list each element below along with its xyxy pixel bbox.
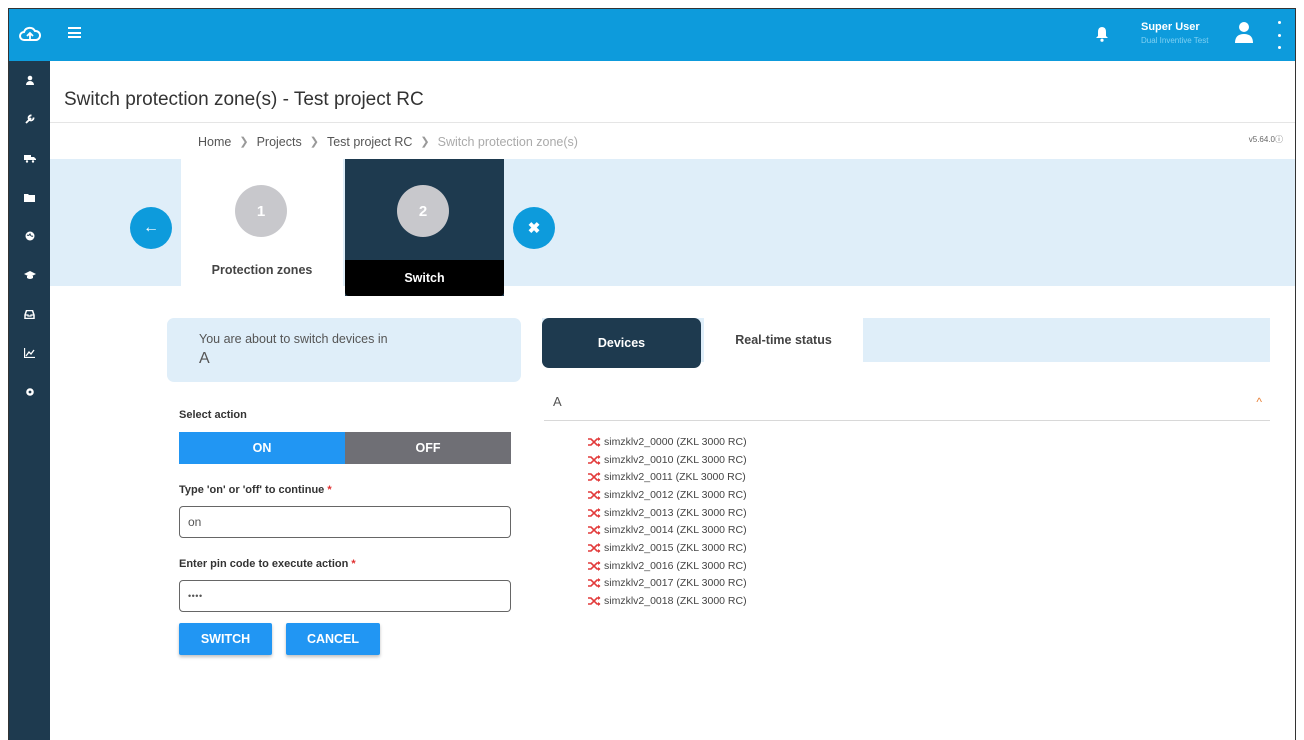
breadcrumb-current: Switch protection zone(s) xyxy=(437,134,578,149)
device-list: simzklv2_0000 (ZKL 3000 RC) simzklv2_001… xyxy=(588,433,747,610)
sidebar xyxy=(9,9,50,740)
list-item[interactable]: simzklv2_0014 (ZKL 3000 RC) xyxy=(588,521,747,539)
page-title: Switch protection zone(s) - Test project… xyxy=(64,89,424,110)
shuffle-icon xyxy=(588,542,601,553)
shuffle-icon xyxy=(588,560,601,571)
more-options-icon[interactable] xyxy=(1276,21,1282,49)
step-protection-zones[interactable]: 1 Protection zones xyxy=(181,159,343,286)
shuffle-icon xyxy=(588,436,601,447)
list-item[interactable]: simzklv2_0012 (ZKL 3000 RC) xyxy=(588,486,747,504)
list-item[interactable]: simzklv2_0011 (ZKL 3000 RC) xyxy=(588,468,747,486)
device-name: simzklv2_0010 (ZKL 3000 RC) xyxy=(604,453,747,466)
inbox-icon[interactable] xyxy=(9,303,50,325)
shuffle-icon xyxy=(588,596,601,607)
device-name: simzklv2_0013 (ZKL 3000 RC) xyxy=(604,506,747,519)
chevron-right-icon: ❯ xyxy=(309,136,319,148)
list-item[interactable]: simzklv2_0016 (ZKL 3000 RC) xyxy=(588,557,747,575)
hamburger-menu-icon[interactable] xyxy=(68,27,81,38)
on-button[interactable]: ON xyxy=(179,432,345,464)
chevron-right-icon: ❯ xyxy=(420,136,430,148)
off-button[interactable]: OFF xyxy=(345,432,511,464)
version-text: v5.64.0 xyxy=(1248,135,1275,144)
wrench-icon[interactable] xyxy=(9,108,50,130)
device-name: simzklv2_0015 (ZKL 3000 RC) xyxy=(604,541,747,554)
version-label: v5.64.0ⓘ xyxy=(1249,134,1283,145)
back-arrow-icon[interactable]: ← xyxy=(130,207,172,249)
gear-icon[interactable] xyxy=(9,381,50,403)
shuffle-icon xyxy=(588,489,601,500)
list-item[interactable]: simzklv2_0018 (ZKL 3000 RC) xyxy=(588,592,747,610)
pin-input[interactable]: •••• xyxy=(179,580,511,612)
device-name: simzklv2_0000 (ZKL 3000 RC) xyxy=(604,435,747,448)
zone-name: A xyxy=(199,350,210,367)
chevron-up-icon[interactable]: ^ xyxy=(1256,395,1262,409)
zone-group-header[interactable]: A ^ xyxy=(544,389,1270,421)
close-icon[interactable]: ✖ xyxy=(513,207,555,249)
switch-button[interactable]: SWITCH xyxy=(179,623,272,655)
list-item[interactable]: simzklv2_0017 (ZKL 3000 RC) xyxy=(588,575,747,593)
user-avatar-icon[interactable] xyxy=(1234,21,1256,45)
device-name: simzklv2_0016 (ZKL 3000 RC) xyxy=(604,559,747,572)
info-text: You are about to switch devices in xyxy=(199,332,388,346)
list-item[interactable]: simzklv2_0015 (ZKL 3000 RC) xyxy=(588,539,747,557)
folder-icon[interactable] xyxy=(9,186,50,208)
shuffle-icon xyxy=(588,578,601,589)
device-name: simzklv2_0017 (ZKL 3000 RC) xyxy=(604,577,747,590)
confirm-label: Type 'on' or 'off' to continue * xyxy=(179,484,332,496)
pin-label-text: Enter pin code to execute action xyxy=(179,558,349,570)
device-name: simzklv2_0012 (ZKL 3000 RC) xyxy=(604,488,747,501)
confirm-label-text: Type 'on' or 'off' to continue xyxy=(179,484,325,496)
info-icon: ⓘ xyxy=(1275,135,1283,144)
device-name: simzklv2_0011 (ZKL 3000 RC) xyxy=(604,471,746,484)
truck-icon[interactable] xyxy=(9,147,50,169)
shuffle-icon xyxy=(588,507,601,518)
select-action-label: Select action xyxy=(179,409,247,421)
breadcrumb: Home ❯ Projects ❯ Test project RC ❯ Swit… xyxy=(50,122,1295,160)
switch-info-card: You are about to switch devices in A xyxy=(167,318,521,382)
shuffle-icon xyxy=(588,472,601,483)
breadcrumb-home[interactable]: Home xyxy=(198,135,231,149)
user-name[interactable]: Super User xyxy=(1141,21,1200,33)
step-number: 2 xyxy=(397,185,449,237)
list-item[interactable]: simzklv2_0010 (ZKL 3000 RC) xyxy=(588,451,747,469)
zone-group-name: A xyxy=(553,394,562,409)
chevron-right-icon: ❯ xyxy=(239,136,249,148)
tab-devices[interactable]: Devices xyxy=(542,318,701,368)
step-label: Protection zones xyxy=(211,263,313,277)
step-label: Switch xyxy=(345,260,504,296)
cancel-button[interactable]: CANCEL xyxy=(286,623,380,655)
list-item[interactable]: simzklv2_0000 (ZKL 3000 RC) xyxy=(588,433,747,451)
chart-icon[interactable] xyxy=(9,342,50,364)
step-number: 1 xyxy=(235,185,287,237)
shuffle-icon xyxy=(588,454,601,465)
step-switch[interactable]: 2 Switch xyxy=(345,159,504,296)
pin-label: Enter pin code to execute action * xyxy=(179,558,356,570)
required-mark: * xyxy=(351,558,356,570)
breadcrumb-projects[interactable]: Projects xyxy=(257,135,302,149)
device-name: simzklv2_0014 (ZKL 3000 RC) xyxy=(604,524,747,537)
bell-icon[interactable] xyxy=(1095,26,1111,42)
action-toggle: ON OFF xyxy=(179,432,511,464)
top-bar: Super User Dual Inventive Test xyxy=(50,9,1295,61)
required-mark: * xyxy=(327,484,332,496)
breadcrumb-project[interactable]: Test project RC xyxy=(327,135,412,149)
user-organization: Dual Inventive Test xyxy=(1141,36,1209,45)
shuffle-icon xyxy=(588,525,601,536)
device-name: simzklv2_0018 (ZKL 3000 RC) xyxy=(604,595,747,608)
user-icon[interactable] xyxy=(9,69,50,91)
tab-real-time-status[interactable]: Real-time status xyxy=(704,318,863,362)
app-window: Super User Dual Inventive Test Switch pr… xyxy=(8,8,1296,740)
globe-icon[interactable] xyxy=(9,225,50,247)
graduation-cap-icon[interactable] xyxy=(9,264,50,286)
list-item[interactable]: simzklv2_0013 (ZKL 3000 RC) xyxy=(588,504,747,522)
cloud-icon[interactable] xyxy=(9,9,50,61)
confirm-input[interactable]: on xyxy=(179,506,511,538)
